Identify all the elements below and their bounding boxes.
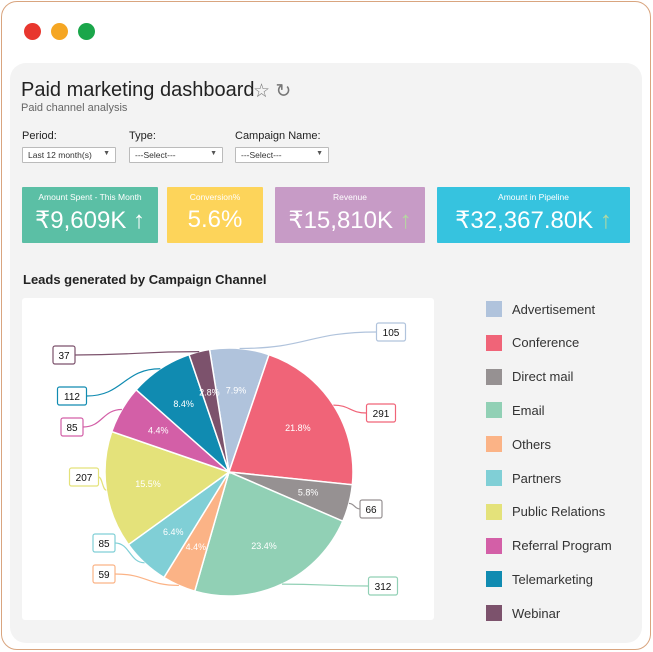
legend-item-conference[interactable]: Conference <box>486 334 580 351</box>
legend-swatch <box>486 503 502 520</box>
legend-label: Direct mail <box>512 369 574 385</box>
legend-swatch <box>486 368 502 385</box>
legend-swatch <box>486 605 502 622</box>
slice-percent-label: 6.4% <box>163 527 184 537</box>
legend-label: Advertisement <box>512 301 596 317</box>
slice-percent-label: 7.9% <box>226 385 247 395</box>
legend-item-telemarketing[interactable]: Telemarketing <box>486 571 593 588</box>
slice-value-label: 112 <box>64 392 80 403</box>
slice-percent-label: 15.5% <box>135 479 161 489</box>
legend-swatch <box>486 334 502 351</box>
legend-label: Webinar <box>512 605 561 621</box>
slice-value-label: 37 <box>58 351 70 362</box>
legend-item-partners[interactable]: Partners <box>486 470 561 486</box>
legend-item-webinar[interactable]: Webinar <box>486 605 561 622</box>
legend-label: Public Relations <box>512 504 606 520</box>
slice-percent-label: 5.8% <box>298 488 319 498</box>
pie-chart: 7.9% 105 21.8% 291 5.8% 66 23.4% 312 4.4% 59 6.4% 8… <box>52 322 407 597</box>
legend-label: Partners <box>512 470 562 486</box>
legend-item-direct-mail[interactable]: Direct mail <box>486 368 574 385</box>
callout-line <box>348 502 361 510</box>
slice-percent-label: 4.4% <box>186 542 207 552</box>
callout-line <box>74 351 200 356</box>
slice-value-label: 105 <box>383 328 400 339</box>
legend-item-others[interactable]: Others <box>486 436 552 453</box>
slice-percent-label: 2.8% <box>199 388 220 398</box>
callout-line <box>281 583 369 587</box>
legend-label: Others <box>512 436 552 452</box>
slice-percent-label: 4.4% <box>148 426 169 436</box>
callout-line <box>239 331 377 350</box>
callout-line <box>333 404 367 414</box>
slice-value-label: 66 <box>365 505 377 516</box>
slice-percent-label: 8.4% <box>173 399 194 409</box>
slice-percent-label: 23.4% <box>251 541 277 551</box>
slice-percent-label: 21.8% <box>285 423 311 433</box>
legend-label: Telemarketing <box>512 571 593 587</box>
legend-swatch <box>486 436 502 453</box>
legend-item-email[interactable]: Email <box>486 402 545 419</box>
slice-value-label: 291 <box>373 409 390 420</box>
legend-item-advertisement[interactable]: Advertisement <box>486 301 595 317</box>
legend-label: Email <box>512 402 545 418</box>
legend-swatch <box>486 571 502 588</box>
slice-value-label: 85 <box>66 423 78 434</box>
legend-item-public-relations[interactable]: Public Relations <box>486 503 606 520</box>
legend-swatch <box>486 537 502 554</box>
legend-swatch <box>486 402 502 419</box>
legend-swatch <box>486 301 502 317</box>
legend-swatch <box>486 470 502 486</box>
slice-value-label: 207 <box>76 473 93 484</box>
slice-value-label: 85 <box>98 539 110 550</box>
legend-label: Conference <box>512 335 580 351</box>
legend-label: Referral Program <box>512 538 612 554</box>
slice-value-label: 59 <box>98 570 110 581</box>
slice-value-label: 312 <box>375 582 392 593</box>
legend-item-referral-program[interactable]: Referral Program <box>486 537 612 554</box>
